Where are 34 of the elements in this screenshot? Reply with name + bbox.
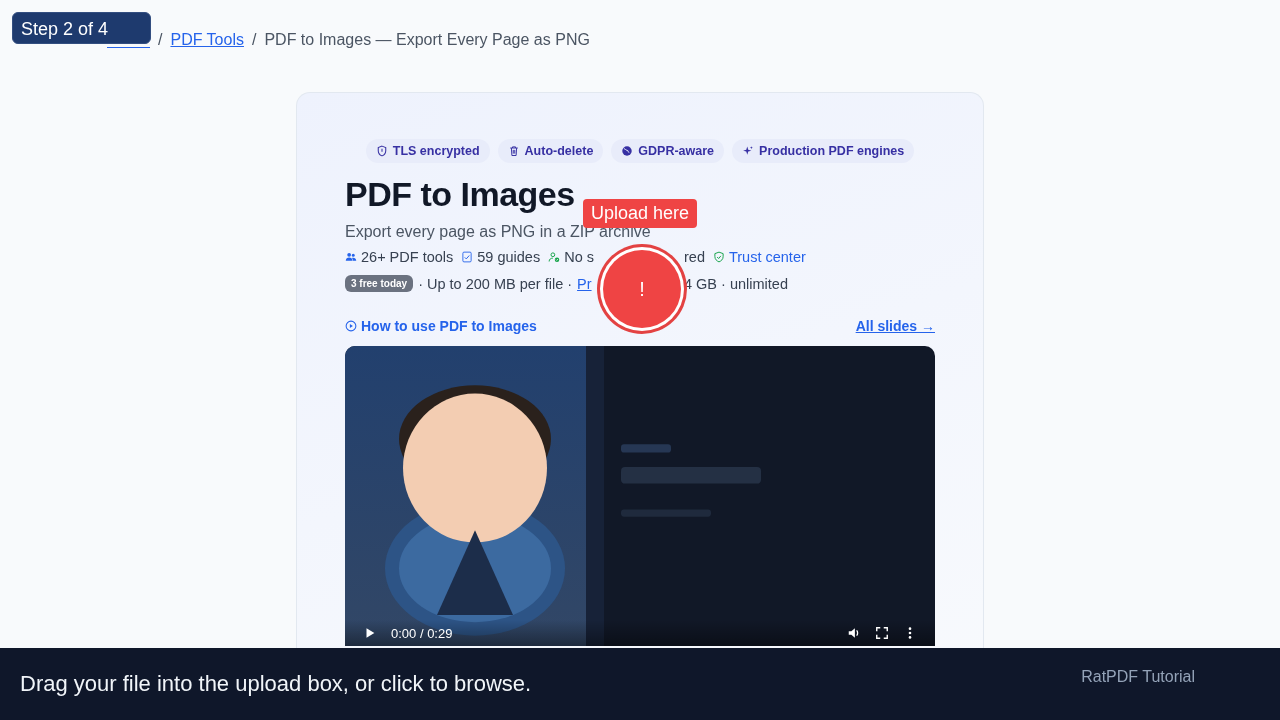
checklist-icon [461, 251, 474, 263]
volume-icon [847, 626, 861, 640]
breadcrumb-separator: / [158, 31, 163, 49]
fullscreen-icon [875, 626, 889, 640]
video-title-link[interactable]: How to use PDF to Images [345, 318, 537, 334]
all-slides-link[interactable]: All slides → [855, 318, 935, 334]
breadcrumb-link[interactable]: PDF Tools [170, 31, 244, 49]
user-check-icon [548, 251, 561, 263]
callout-label: Upload here [583, 199, 698, 228]
stat-text: red [684, 249, 705, 265]
limit-text: · Up to 200 MB per file · [418, 275, 573, 292]
breadcrumb-separator: / [251, 31, 257, 49]
stat-text: No s [564, 249, 594, 265]
shield-icon [375, 145, 388, 157]
users-icon [345, 251, 357, 263]
trust-link[interactable]: Trust center [728, 249, 806, 265]
brand-label: RatPDF Tutorial [1081, 668, 1195, 686]
free-count-badge: 3 free today [345, 275, 414, 292]
step-badge: Step 2 of 4 [12, 12, 151, 44]
sparkle-icon [742, 145, 755, 157]
stat-text: 26+ PDF tools [361, 249, 454, 265]
breadcrumb-current: PDF to Images — Export Every Page as PNG [264, 31, 590, 49]
page-title: PDF to Images [345, 175, 575, 214]
plans-link[interactable]: Pr [577, 275, 592, 292]
badge-label: GDPR-aware [638, 144, 715, 158]
stat-text: 59 guides [477, 249, 541, 265]
badge-label: TLS encrypted [392, 144, 480, 158]
video-time: 0:00 / 0:29 [391, 625, 453, 641]
play-circle-icon [345, 320, 357, 332]
shield-check-icon [712, 251, 725, 263]
trash-icon [507, 145, 520, 157]
caption-text: Drag your file into the upload box, or click to browse. [20, 671, 532, 697]
badge-label: Production PDF engines [759, 144, 905, 158]
badge-label: Auto-delete [524, 144, 594, 158]
